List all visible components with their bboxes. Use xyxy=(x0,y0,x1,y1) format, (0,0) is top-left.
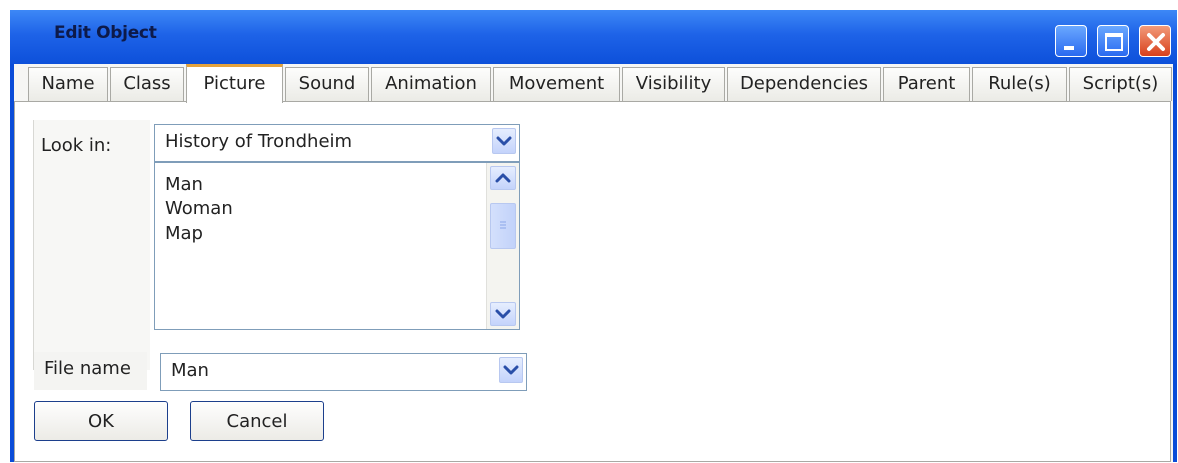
close-button[interactable] xyxy=(1139,25,1171,57)
scroll-thumb[interactable] xyxy=(490,203,516,249)
look-in-dropdown[interactable]: History of Trondheim xyxy=(154,124,520,162)
chevron-down-icon xyxy=(496,136,512,146)
close-icon xyxy=(1147,33,1165,51)
window-title: Edit Object xyxy=(54,23,157,43)
maximize-icon xyxy=(1105,33,1123,51)
scroll-down-button[interactable] xyxy=(490,302,516,326)
look-in-label: Look in: xyxy=(41,135,112,156)
tab-animation[interactable]: Animation xyxy=(371,67,491,101)
tab-visibility[interactable]: Visibility xyxy=(622,67,725,101)
tab-picture[interactable]: Picture xyxy=(186,64,283,103)
edit-object-window: Edit Object Name Class Picture Sound Ani… xyxy=(10,10,1177,462)
list-item[interactable]: Map xyxy=(165,223,203,244)
file-name-label: File name xyxy=(44,358,131,379)
dialog-client-area: Name Class Picture Sound Animation Movem… xyxy=(14,64,1173,462)
chevron-up-icon xyxy=(495,173,511,183)
chevron-down-icon xyxy=(495,309,511,319)
tab-rules[interactable]: Rule(s) xyxy=(972,67,1067,101)
minimize-icon xyxy=(1064,46,1074,50)
tab-sound[interactable]: Sound xyxy=(285,67,369,101)
maximize-button[interactable] xyxy=(1097,25,1129,57)
list-item[interactable]: Woman xyxy=(165,198,233,219)
tab-dependencies[interactable]: Dependencies xyxy=(727,67,881,101)
look-in-value: History of Trondheim xyxy=(165,131,353,152)
look-in-dropdown-button[interactable] xyxy=(492,128,516,154)
list-item[interactable]: Man xyxy=(165,174,203,195)
file-name-dropdown-button[interactable] xyxy=(499,357,523,383)
minimize-button[interactable] xyxy=(1055,25,1087,57)
tab-movement[interactable]: Movement xyxy=(493,67,620,101)
file-name-dropdown[interactable]: Man xyxy=(160,353,527,391)
ok-button[interactable]: OK xyxy=(34,401,168,441)
look-in-label-area xyxy=(33,120,150,370)
list-scrollbar[interactable] xyxy=(486,163,519,329)
tab-parent[interactable]: Parent xyxy=(883,67,970,101)
scroll-up-button[interactable] xyxy=(490,166,516,190)
chevron-down-icon xyxy=(503,365,519,375)
file-name-value: Man xyxy=(171,360,209,381)
tab-strip: Name Class Picture Sound Animation Movem… xyxy=(14,64,1173,103)
tab-class[interactable]: Class xyxy=(110,67,184,101)
cancel-button[interactable]: Cancel xyxy=(190,401,324,441)
picture-list[interactable]: Man Woman Map xyxy=(154,162,520,330)
title-bar[interactable]: Edit Object xyxy=(10,10,1177,64)
grip-icon xyxy=(500,221,506,229)
tab-name[interactable]: Name xyxy=(28,67,108,101)
tab-scripts[interactable]: Script(s) xyxy=(1069,67,1172,101)
